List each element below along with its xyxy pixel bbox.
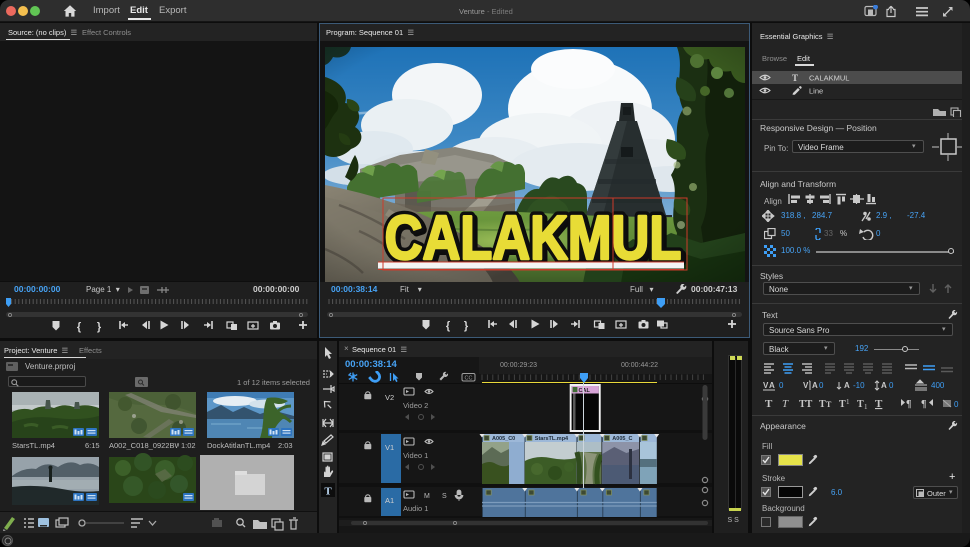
svg-text:T: T [819, 399, 826, 410]
svg-text:0: 0 [819, 381, 824, 390]
svg-text:T: T [324, 486, 332, 498]
svg-text:400: 400 [931, 381, 945, 390]
svg-text:T: T [782, 398, 789, 410]
svg-text:}: } [97, 321, 102, 333]
svg-text:CAL: CAL [579, 388, 591, 394]
svg-text:0: 0 [954, 400, 959, 409]
svg-text:StarsTL.mp4: StarsTL.mp4 [535, 436, 569, 442]
svg-text:T: T [765, 398, 773, 410]
svg-text:1: 1 [846, 398, 850, 406]
svg-text:A: A [812, 381, 818, 390]
svg-text:A: A [844, 381, 850, 390]
svg-text:T: T [875, 398, 883, 410]
svg-text:A: A [881, 381, 887, 390]
svg-text:A005_C: A005_C [612, 436, 632, 442]
svg-text:0: 0 [779, 381, 784, 390]
svg-text:0: 0 [889, 381, 894, 390]
svg-text:T: T [792, 73, 798, 82]
svg-text:{: { [77, 321, 82, 333]
svg-text:V: V [803, 381, 809, 390]
svg-text:T: T [826, 400, 832, 409]
svg-text:-10: -10 [853, 381, 865, 390]
svg-text:{: { [446, 320, 451, 332]
svg-text:TT: TT [799, 399, 813, 410]
svg-text:A: A [769, 381, 775, 390]
svg-text:¶: ¶ [906, 399, 911, 410]
svg-text:}: } [464, 320, 469, 332]
svg-text:Line: Line [809, 87, 823, 96]
svg-text:1: 1 [864, 403, 868, 410]
svg-text:T: T [839, 399, 846, 410]
svg-text:CALAKMUL: CALAKMUL [809, 74, 849, 83]
svg-text:A005_C0: A005_C0 [492, 436, 515, 442]
svg-text:¶: ¶ [921, 399, 926, 410]
svg-text:T: T [857, 399, 864, 410]
